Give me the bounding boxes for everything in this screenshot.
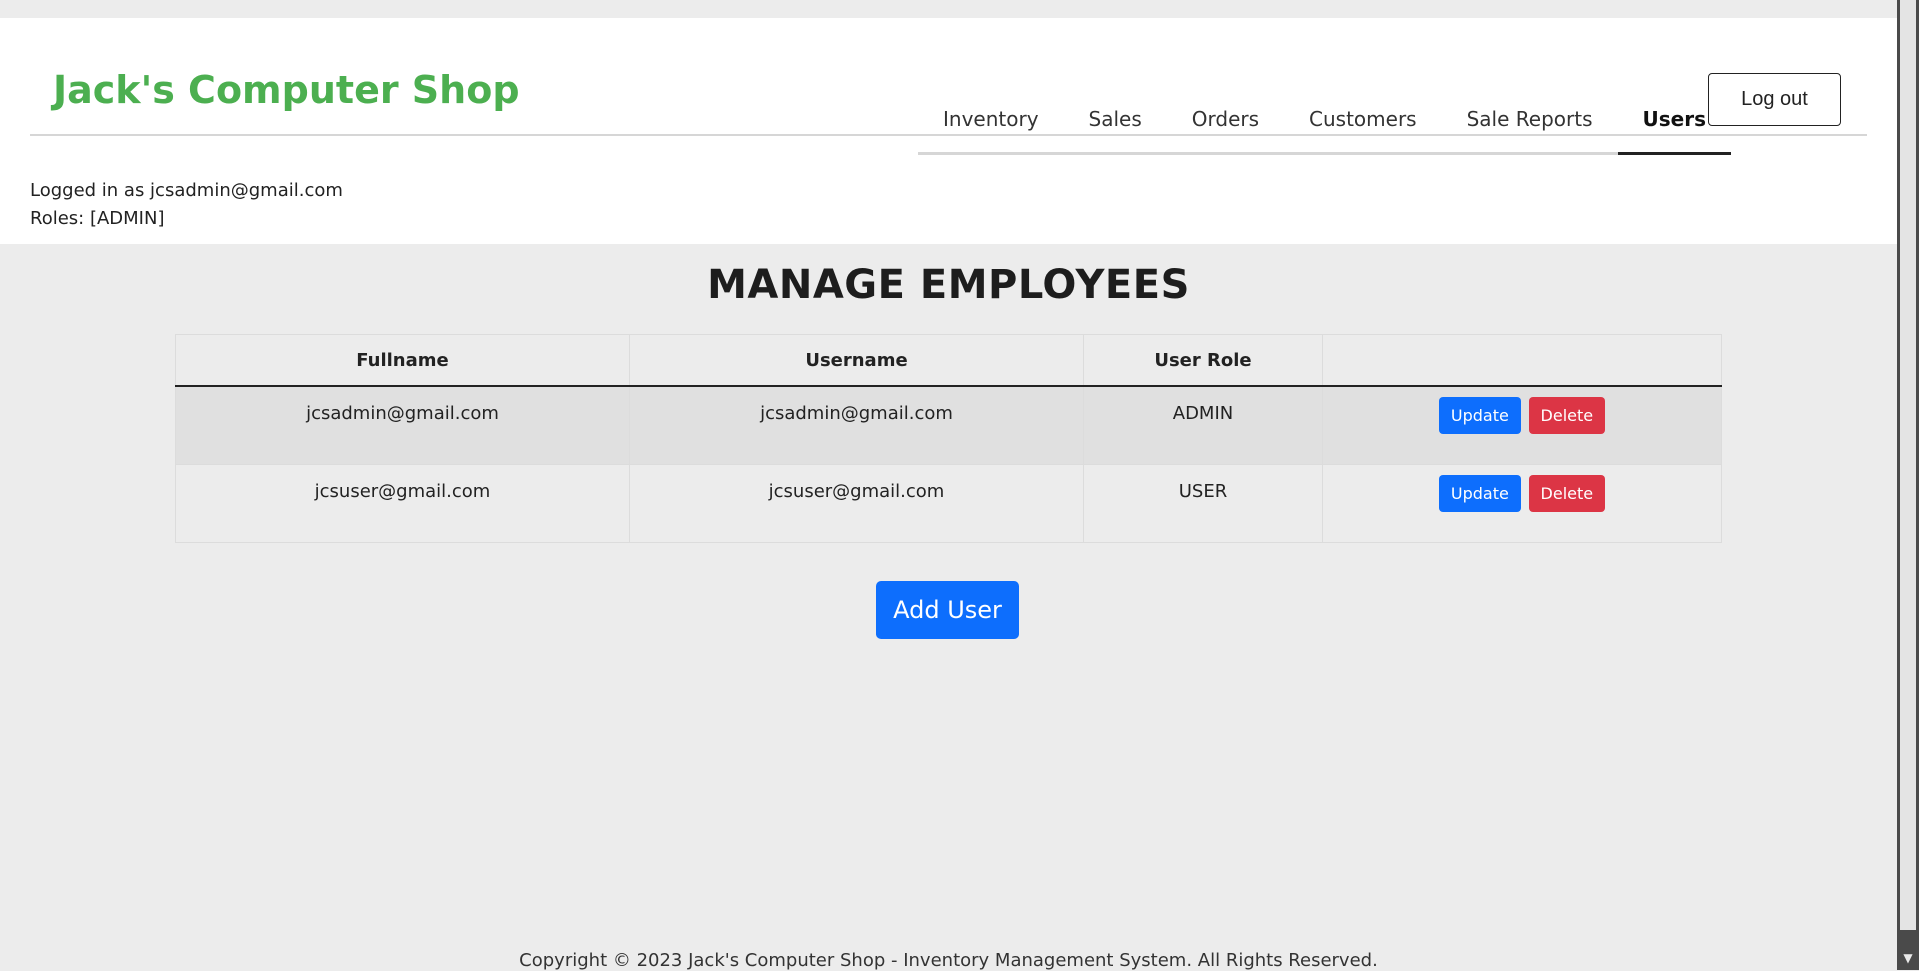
add-user-button[interactable]: Add User	[876, 581, 1019, 639]
column-header-username: Username	[629, 334, 1084, 387]
roles-text: Roles: [ADMIN]	[30, 208, 165, 229]
table-header-row: Fullname Username User Role	[175, 334, 1722, 387]
page-title: MANAGE EMPLOYEES	[707, 262, 1190, 308]
delete-button[interactable]: Delete	[1528, 397, 1606, 434]
nav-item-customers[interactable]: Customers	[1284, 86, 1442, 155]
cell-fullname: jcsuser@gmail.com	[175, 463, 630, 543]
scrollbar-thumb[interactable]	[1900, 0, 1916, 930]
update-button[interactable]: Update	[1438, 474, 1521, 512]
nav-item-orders[interactable]: Orders	[1166, 86, 1285, 155]
top-strip	[0, 0, 1897, 18]
main-nav: Inventory Sales Orders Customers Sale Re…	[918, 86, 1731, 155]
scroll-down-arrow-icon[interactable]: ▼	[1897, 950, 1919, 966]
nav-item-inventory[interactable]: Inventory	[918, 86, 1064, 155]
table-row: jcsuser@gmail.com jcsuser@gmail.com USER…	[175, 463, 1722, 543]
cell-username: jcsadmin@gmail.com	[629, 385, 1084, 465]
delete-button[interactable]: Delete	[1528, 474, 1606, 512]
column-header-fullname: Fullname	[175, 334, 630, 387]
column-header-user-role: User Role	[1083, 334, 1323, 387]
column-header-actions	[1322, 334, 1722, 387]
site-header: Jack's Computer Shop Inventory Sales Ord…	[0, 18, 1897, 244]
nav-item-sales[interactable]: Sales	[1063, 86, 1167, 155]
user-info: Logged in as jcsadmin@gmail.com Roles: […	[30, 177, 343, 233]
table-row: jcsadmin@gmail.com jcsadmin@gmail.com AD…	[175, 385, 1722, 465]
brand-title[interactable]: Jack's Computer Shop	[53, 68, 520, 112]
footer-copyright: Copyright © 2023 Jack's Computer Shop - …	[519, 950, 1378, 971]
nav-item-sale-reports[interactable]: Sale Reports	[1441, 86, 1618, 155]
cell-user-role: ADMIN	[1083, 385, 1323, 465]
vertical-scrollbar[interactable]: ▼	[1897, 0, 1919, 970]
cell-fullname: jcsadmin@gmail.com	[175, 385, 630, 465]
logged-in-text: Logged in as jcsadmin@gmail.com	[30, 180, 343, 201]
employees-table: Fullname Username User Role jcsadmin@gma…	[175, 334, 1722, 543]
logout-button[interactable]: Log out	[1708, 73, 1841, 126]
cell-user-role: USER	[1083, 463, 1323, 543]
cell-actions: Update Delete	[1322, 463, 1722, 543]
update-button[interactable]: Update	[1438, 397, 1521, 434]
cell-username: jcsuser@gmail.com	[629, 463, 1084, 543]
cell-actions: Update Delete	[1322, 385, 1722, 465]
